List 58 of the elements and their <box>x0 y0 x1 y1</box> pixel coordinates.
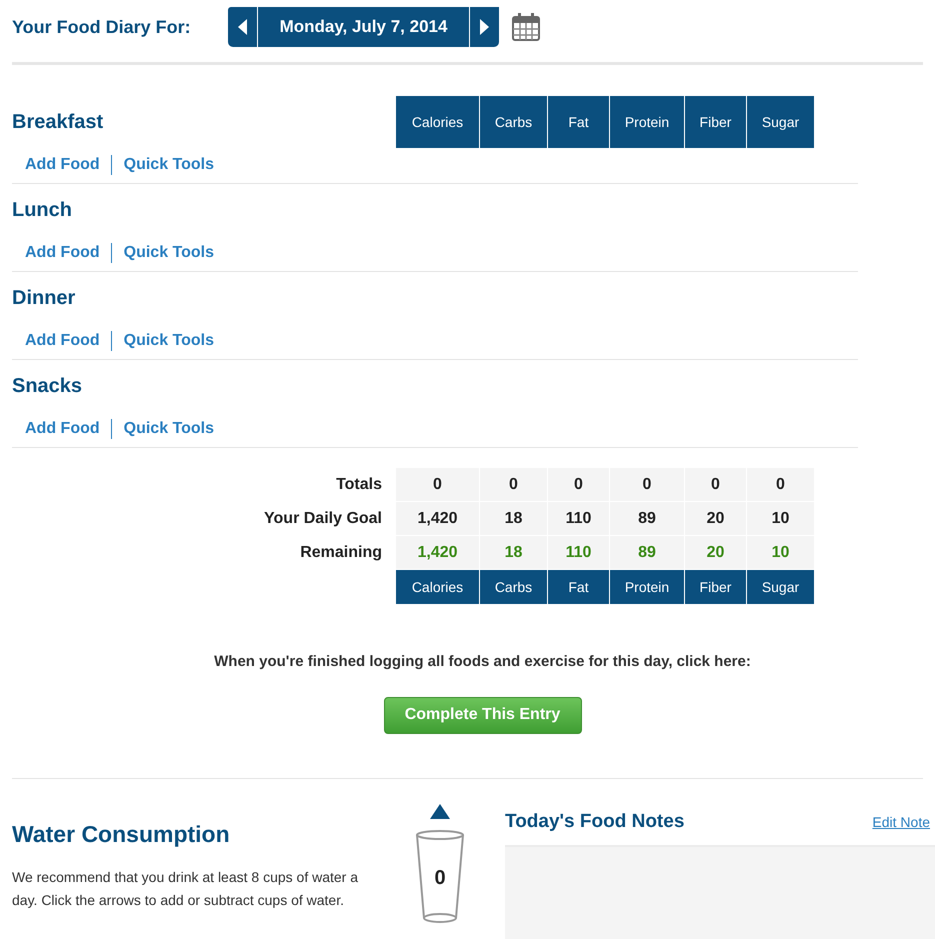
summary-cell: 1,420 <box>396 502 480 536</box>
right-triangle-icon <box>480 19 489 35</box>
summary-label: Remaining <box>299 543 383 563</box>
summary-cell: 110 <box>548 536 610 570</box>
current-date: Monday, July 7, 2014 <box>278 16 448 38</box>
column-header: Protein <box>610 96 685 148</box>
meal-link[interactable]: Quick Tools <box>110 330 214 350</box>
increase-arrow-icon[interactable] <box>430 804 450 818</box>
cup-count: 0 <box>433 866 447 890</box>
summary-cell: 110 <box>548 502 610 536</box>
column-header: Protein <box>610 570 685 604</box>
summary-cell: 0 <box>610 468 685 502</box>
summary-cell: 10 <box>747 502 815 536</box>
summary-cell: 89 <box>610 502 685 536</box>
meal-link[interactable]: Quick Tools <box>110 242 214 262</box>
column-header: Carbs <box>480 570 548 604</box>
summary-cell: 0 <box>480 468 548 502</box>
summary-cell: 1,420 <box>396 536 480 570</box>
column-header: Calories <box>396 96 480 148</box>
page-title: Your Food Diary For: <box>12 16 192 39</box>
summary-cell: 89 <box>610 536 685 570</box>
meal-link[interactable]: Quick Tools <box>110 154 214 174</box>
meal-link[interactable]: Add Food <box>25 330 100 350</box>
summary-cell: 20 <box>685 536 747 570</box>
summary-label: Your Daily Goal <box>263 509 383 529</box>
completion-message: When you're finished logging all foods and exercise for this day, click here: <box>214 652 751 672</box>
left-triangle-icon <box>238 19 247 35</box>
complete-entry-button[interactable]: Complete This Entry <box>384 696 582 734</box>
summary-cell: 18 <box>480 502 548 536</box>
column-header: Fat <box>548 96 610 148</box>
column-header: Sugar <box>747 96 815 148</box>
meal-title: Lunch <box>12 198 72 223</box>
notes-title: Today's Food Notes <box>505 810 684 834</box>
summary-cell: 0 <box>747 468 815 502</box>
column-header: Sugar <box>747 570 815 604</box>
meal-link[interactable]: Quick Tools <box>110 418 214 438</box>
column-header: Carbs <box>480 96 548 148</box>
summary-cell: 0 <box>396 468 480 502</box>
meal-title: Breakfast <box>12 110 104 135</box>
edit-note-link[interactable]: Edit Note <box>872 812 930 833</box>
summary-cell: 10 <box>747 536 815 570</box>
meal-link[interactable]: Add Food <box>25 242 100 262</box>
column-header: Fat <box>548 570 610 604</box>
calendar-icon[interactable] <box>511 12 541 42</box>
column-header: Fiber <box>685 96 747 148</box>
summary-cell: 20 <box>685 502 747 536</box>
meal-link[interactable]: Add Food <box>25 418 100 438</box>
column-header: Fiber <box>685 570 747 604</box>
water-description: We recommend that you drink at least 8 cups of water a day. Click the arrows to add or subtract cups of water. <box>12 868 360 910</box>
water-title: Water Consumption <box>12 820 231 849</box>
summary-cell: 0 <box>685 468 747 502</box>
meal-title: Dinner <box>12 286 76 311</box>
summary-cell: 18 <box>480 536 548 570</box>
column-header: Calories <box>396 570 480 604</box>
summary-label: Totals <box>335 475 383 495</box>
meal-title: Snacks <box>12 374 82 399</box>
meal-link[interactable]: Add Food <box>25 154 100 174</box>
summary-cell: 0 <box>548 468 610 502</box>
